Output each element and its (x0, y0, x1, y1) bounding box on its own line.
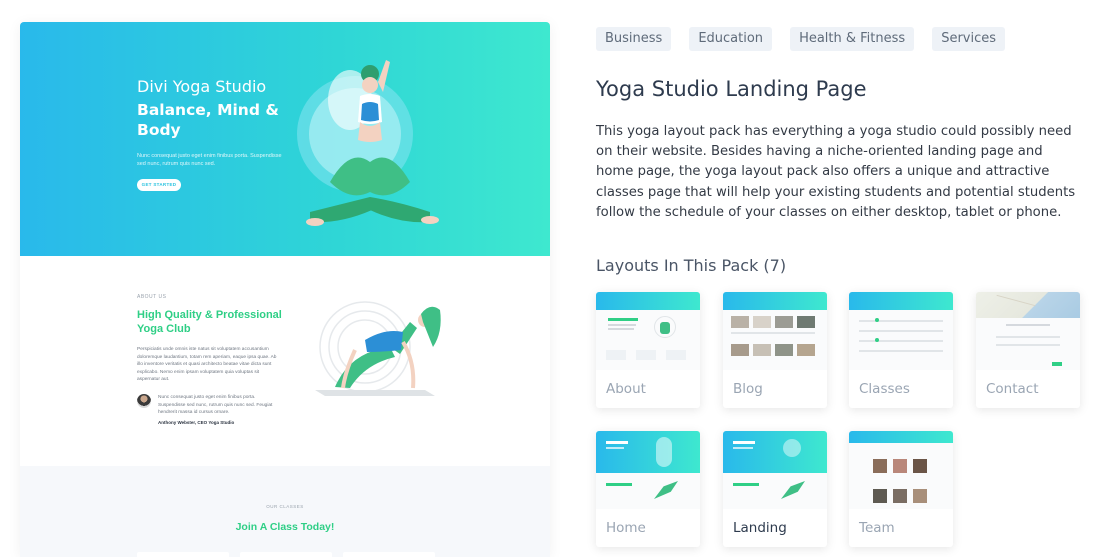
layout-thumbnail (723, 431, 827, 509)
layout-card-landing[interactable]: Landing (723, 431, 827, 547)
tag-business[interactable]: Business (596, 27, 672, 51)
hero-get-started-button[interactable]: GET STARTED (137, 179, 181, 191)
layout-card-about[interactable]: About (596, 292, 700, 408)
tag-health-fitness[interactable]: Health & Fitness (790, 27, 915, 51)
layout-card-classes[interactable]: Classes (849, 292, 953, 408)
layout-thumbnail (849, 431, 953, 509)
layout-thumbnail (596, 292, 700, 370)
preview-about-section: ABOUT US High Quality & Professional Yog… (20, 256, 550, 466)
layout-preview: Divi Yoga Studio Balance, Mind & Body Nu… (20, 22, 550, 557)
yoga-meditation-illustration (297, 60, 439, 226)
page-title: Yoga Studio Landing Page (596, 77, 867, 101)
about-label: ABOUT US (137, 294, 167, 300)
layout-card-label: Landing (733, 520, 787, 536)
class-card (137, 552, 229, 557)
layout-card-label: Home (606, 520, 646, 536)
layout-card-contact[interactable]: Contact (976, 292, 1080, 408)
layout-card-blog[interactable]: Blog (723, 292, 827, 408)
layouts-heading: Layouts In This Pack (7) (596, 256, 787, 275)
layout-card-label: About (606, 381, 646, 397)
tag-education[interactable]: Education (689, 27, 773, 51)
class-card (240, 552, 332, 557)
preview-classes-section: OUR CLASSES Join A Class Today! (20, 466, 550, 557)
layout-thumbnail (596, 431, 700, 509)
tag-services[interactable]: Services (932, 27, 1006, 51)
layout-thumbnail (976, 292, 1080, 370)
yoga-pose-illustration (315, 301, 441, 396)
layout-card-team[interactable]: Team (849, 431, 953, 547)
category-tags: Business Education Health & Fitness Serv… (596, 27, 1006, 51)
pack-description: This yoga layout pack has everything a y… (596, 124, 1076, 220)
hero-title: Balance, Mind & Body (137, 101, 279, 139)
class-card (343, 552, 435, 557)
classes-title: Join A Class Today! (235, 521, 335, 533)
testimonial-avatar (137, 394, 151, 408)
layout-card-home[interactable]: Home (596, 431, 700, 547)
layout-card-label: Contact (986, 381, 1039, 397)
layout-thumbnail (723, 292, 827, 370)
layout-card-label: Classes (859, 381, 910, 397)
classes-label: OUR CLASSES (266, 504, 304, 509)
about-body: Perspiciatis unde omnis iste natus sit v… (137, 347, 277, 382)
layout-card-label: Team (859, 520, 895, 536)
testimonial-quote: Nunc consequat justo eget enim finibus p… (158, 395, 273, 415)
layout-thumbnail (849, 292, 953, 370)
layout-card-label: Blog (733, 381, 763, 397)
about-title: High Quality & Professional Yoga Club (137, 309, 282, 335)
testimonial-author: Anthony Webster, CEO Yoga Studio (158, 420, 235, 425)
preview-hero: Divi Yoga Studio Balance, Mind & Body Nu… (20, 22, 550, 256)
hero-body: Nunc consequat justo eget enim finibus p… (137, 153, 282, 167)
hero-kicker: Divi Yoga Studio (137, 77, 267, 96)
